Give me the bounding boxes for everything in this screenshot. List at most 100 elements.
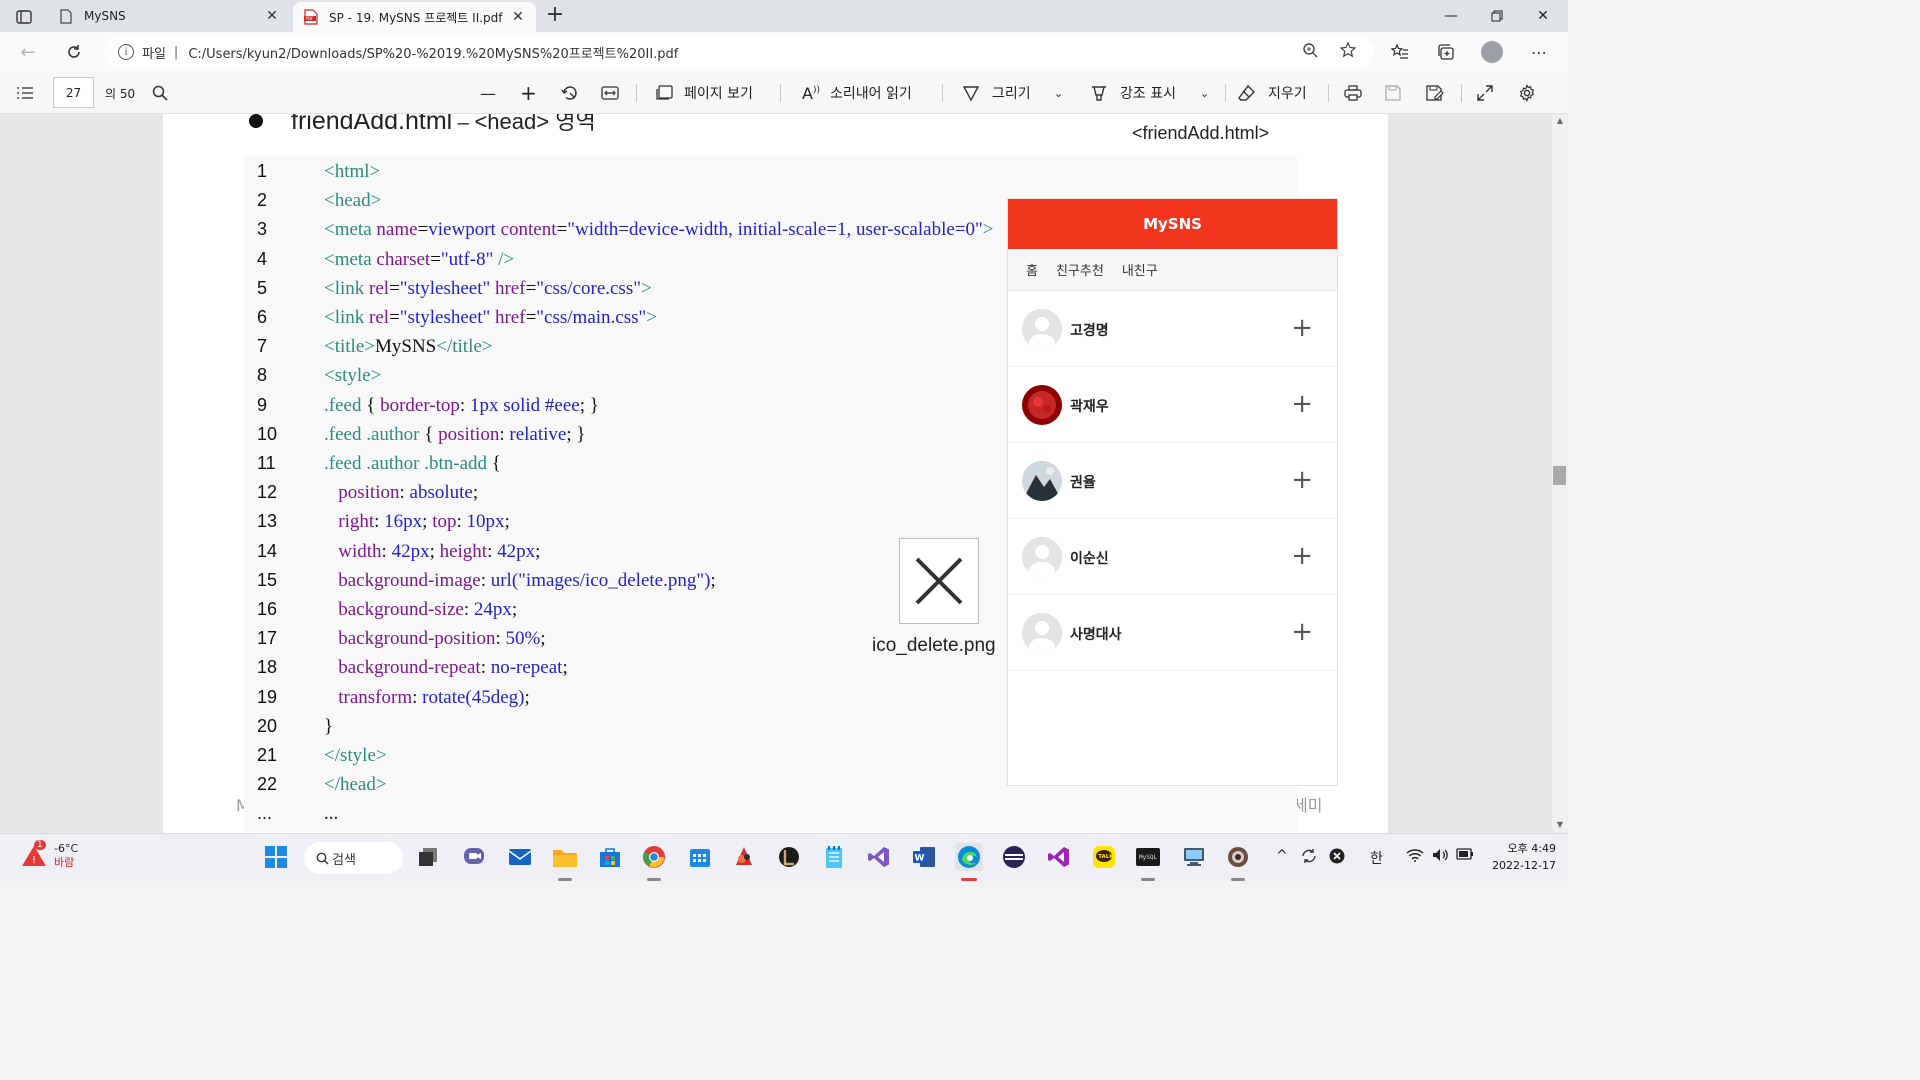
friend-item: 이순신 +	[1008, 519, 1337, 595]
rotate-icon[interactable]	[561, 72, 579, 114]
code-text: </style>	[324, 745, 387, 766]
file-label: <friendAdd.html>	[1132, 123, 1270, 143]
favorites-icon[interactable]	[1386, 40, 1414, 64]
save-as-icon[interactable]	[1426, 72, 1444, 114]
code-text: background-position: 50%;	[338, 628, 546, 650]
contents-icon[interactable]	[16, 72, 34, 114]
edge-icon[interactable]	[955, 843, 983, 871]
tab-pdf[interactable]: PDF SP - 19. MySNS 프로젝트 II.pdf ✕	[293, 2, 536, 32]
game-icon[interactable]	[1224, 843, 1252, 871]
erase-button[interactable]: 지우기	[1238, 72, 1307, 114]
code-text: ...	[324, 803, 339, 825]
settings-gear-icon[interactable]	[1518, 72, 1536, 114]
chat-icon[interactable]	[460, 843, 488, 871]
close-icon[interactable]: ✕	[510, 9, 526, 25]
highlight-label: 강조 표시	[1120, 86, 1176, 102]
code-text: <link rel="stylesheet" href="css/main.cs…	[324, 307, 657, 328]
ime-indicator[interactable]: 한	[1370, 848, 1383, 868]
favorite-add-icon[interactable]	[1339, 41, 1358, 62]
active-indicator	[961, 878, 977, 881]
add-friend-button[interactable]: +	[1291, 543, 1313, 569]
svg-text:MySQL: MySQL	[1139, 854, 1157, 861]
pdf-viewer[interactable]: friendAdd.html – <head> 영역 <friendAdd.ht…	[0, 114, 1552, 833]
add-friend-button[interactable]: +	[1291, 315, 1313, 341]
page-view-button[interactable]: 페이지 보기	[656, 72, 753, 114]
kakaotalk-icon[interactable]: TALK	[1090, 843, 1118, 871]
task-view-icon[interactable]	[414, 843, 442, 871]
fit-width-icon[interactable]	[601, 72, 619, 114]
scrollbar-thumb[interactable]	[1553, 466, 1566, 485]
url-text[interactable]: C:/Users/kyun2/Downloads/SP%20-%2019.%20…	[188, 43, 678, 62]
friend-item: 권율 +	[1008, 443, 1337, 519]
zoom-in-button[interactable]: +	[520, 72, 537, 114]
highlight-button[interactable]: 강조 표시	[1090, 72, 1176, 114]
taskbar-search[interactable]: 검색	[304, 842, 403, 874]
chevron-down-icon[interactable]: ⌄	[1200, 72, 1209, 114]
visual-studio-alt-icon[interactable]	[1045, 843, 1073, 871]
refresh-button[interactable]	[60, 40, 88, 64]
store-icon[interactable]	[596, 843, 624, 871]
add-friend-button[interactable]: +	[1291, 619, 1313, 645]
close-icon[interactable]: ✕	[264, 8, 280, 24]
wifi-icon[interactable]	[1406, 848, 1424, 866]
add-friend-button[interactable]: +	[1291, 391, 1313, 417]
search-icon[interactable]	[152, 72, 168, 114]
add-friend-button[interactable]: +	[1291, 467, 1313, 493]
code-text: </head>	[324, 774, 387, 796]
read-aloud-icon: A))	[802, 83, 820, 103]
new-tab-button[interactable]: +	[543, 4, 567, 28]
mail-icon[interactable]	[506, 843, 534, 871]
eclipse-icon[interactable]	[1000, 843, 1028, 871]
friend-name: 곽재우	[1070, 399, 1109, 415]
more-icon[interactable]: ⋯	[1525, 40, 1553, 64]
battery-icon[interactable]	[1456, 848, 1474, 864]
scroll-down-icon[interactable]: ▼	[1553, 820, 1567, 832]
draw-button[interactable]: 그리기	[962, 72, 1031, 114]
running-indicator	[647, 878, 661, 881]
word-icon[interactable]: W	[910, 843, 938, 871]
clock[interactable]: 오후 4:49 2022-12-17	[1484, 840, 1556, 874]
file-explorer-icon[interactable]	[551, 843, 579, 871]
page-view-label: 페이지 보기	[684, 86, 753, 102]
save-icon[interactable]	[1385, 72, 1401, 114]
nav-my-friends: 내친구	[1121, 264, 1158, 279]
chevron-down-icon[interactable]: ⌄	[1054, 72, 1063, 114]
notepad-icon[interactable]	[820, 843, 848, 871]
close-window-button[interactable]: ✕	[1520, 0, 1566, 32]
fullscreen-icon[interactable]	[1477, 72, 1493, 114]
visual-studio-icon[interactable]	[865, 843, 893, 871]
zoom-out-button[interactable]: —	[480, 72, 496, 114]
calendar-icon[interactable]	[686, 843, 714, 871]
volume-icon[interactable]	[1432, 848, 1450, 866]
friend-item: 사명대사 +	[1008, 595, 1337, 671]
tray-close-icon[interactable]	[1329, 848, 1345, 868]
sync-icon[interactable]	[1300, 848, 1318, 868]
code-text: <link rel="stylesheet" href="css/core.cs…	[324, 277, 652, 299]
minimize-button[interactable]: —	[1428, 0, 1474, 32]
remote-desktop-icon[interactable]	[1180, 843, 1208, 871]
league-icon[interactable]	[775, 843, 803, 871]
app-icon[interactable]	[730, 843, 758, 871]
print-icon[interactable]	[1344, 72, 1362, 114]
terminal-icon[interactable]: MySQL	[1134, 843, 1162, 871]
scroll-up-icon[interactable]: ▲	[1553, 116, 1567, 128]
weather-widget[interactable]: ! 1 -6°C 바람	[20, 840, 78, 870]
profile-avatar[interactable]	[1481, 41, 1503, 63]
pdf-icon: PDF	[303, 9, 319, 25]
read-aloud-button[interactable]: A)) 소리내어 읽기	[802, 72, 912, 114]
tab-mysns[interactable]: MySNS ✕	[48, 0, 290, 32]
back-button[interactable]: ←	[14, 40, 42, 64]
tab-actions-icon[interactable]	[10, 6, 38, 28]
start-icon[interactable]	[262, 843, 290, 871]
url-field[interactable]: i 파일 | C:/Users/kyun2/Downloads/SP%20-%2…	[104, 36, 1374, 68]
code-text: }	[324, 715, 334, 737]
line-number: 10	[257, 423, 278, 444]
chrome-icon[interactable]	[640, 843, 668, 871]
search-icon	[316, 852, 329, 864]
chevron-up-icon[interactable]: ^	[1276, 848, 1288, 864]
restore-button[interactable]	[1474, 0, 1520, 32]
page-number-input[interactable]: 27	[53, 77, 94, 108]
info-icon[interactable]: i	[118, 44, 134, 60]
collections-icon[interactable]	[1432, 40, 1460, 64]
zoom-icon[interactable]	[1302, 42, 1318, 62]
